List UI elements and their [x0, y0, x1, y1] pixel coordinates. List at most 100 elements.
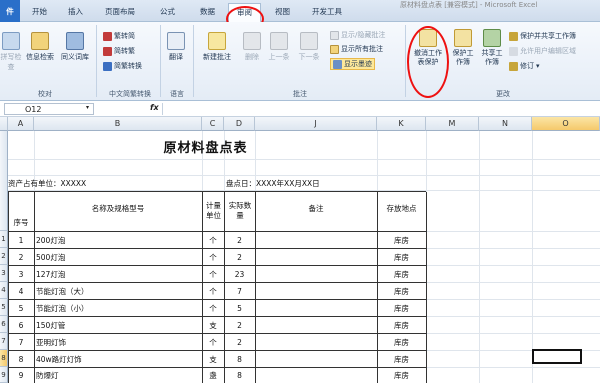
cell-no[interactable]: 3	[8, 266, 34, 282]
cell-qty[interactable]: 7	[224, 283, 255, 299]
cell-qty[interactable]: 8	[224, 351, 255, 367]
track-changes-button[interactable]: 修订 ▾	[509, 61, 540, 71]
cell-name[interactable]: 防爆灯	[36, 368, 200, 382]
tab-page-layout[interactable]: 页面布局	[105, 6, 135, 17]
tab-developer[interactable]: 开发工具	[312, 6, 342, 17]
row-header[interactable]: 2	[0, 248, 8, 265]
group-divider	[405, 25, 406, 97]
cell-qty[interactable]: 8	[224, 368, 255, 382]
column-header-m[interactable]: M	[426, 117, 479, 131]
cell-name[interactable]: 127灯泡	[36, 266, 200, 282]
row-header[interactable]: 6	[0, 316, 8, 333]
protect-workbook-button[interactable]: 保护工作簿	[450, 29, 476, 67]
show-hide-comment-button[interactable]: 显示/隐藏批注	[330, 30, 385, 40]
column-header-o[interactable]: O	[532, 117, 600, 131]
cell-unit[interactable]: 支	[202, 351, 224, 367]
cell-location[interactable]: 库房	[377, 334, 426, 350]
tab-file[interactable]: 件	[0, 0, 20, 22]
cell-name[interactable]: 200灯泡	[36, 232, 200, 248]
cell-unit[interactable]: 个	[202, 300, 224, 316]
cell-name[interactable]: 500灯泡	[36, 249, 200, 265]
cell-qty[interactable]: 2	[224, 317, 255, 333]
cell-no[interactable]: 1	[8, 232, 34, 248]
cell-no[interactable]: 9	[8, 368, 34, 382]
column-header-k[interactable]: K	[377, 117, 426, 131]
thesaurus-button[interactable]: 同义词库	[58, 32, 92, 62]
chinese-convert-button[interactable]: 简繁转换	[103, 61, 142, 71]
cell-location[interactable]: 库房	[377, 283, 426, 299]
prev-comment-button[interactable]: 上一条	[266, 32, 292, 62]
cell-location[interactable]: 库房	[377, 351, 426, 367]
cell-unit[interactable]: 盏	[202, 368, 224, 382]
cell-no[interactable]: 2	[8, 249, 34, 265]
column-header-n[interactable]: N	[479, 117, 532, 131]
spell-check-button[interactable]: 拼写检查	[0, 32, 22, 72]
row-header[interactable]: 9	[0, 367, 8, 383]
cell-qty[interactable]: 5	[224, 300, 255, 316]
research-button[interactable]: 信息检索	[24, 32, 56, 62]
row-header[interactable]: 1	[0, 231, 8, 248]
cell-qty[interactable]: 2	[224, 334, 255, 350]
tab-home[interactable]: 开始	[32, 6, 47, 17]
cell-no[interactable]: 7	[8, 334, 34, 350]
column-header-c[interactable]: C	[202, 117, 224, 131]
cell-location[interactable]: 库房	[377, 232, 426, 248]
row-header[interactable]: 3	[0, 265, 8, 282]
column-header-d[interactable]: D	[224, 117, 255, 131]
fx-icon[interactable]: fx	[150, 103, 159, 112]
cell-name[interactable]: 40w路灯灯饰	[36, 351, 200, 367]
column-header-a[interactable]: A	[8, 117, 34, 131]
row-header-selected[interactable]: 8	[0, 350, 8, 367]
tab-insert[interactable]: 插入	[68, 6, 83, 17]
share-workbook-button[interactable]: 共享工作簿	[478, 29, 506, 67]
cell-unit[interactable]: 个	[202, 283, 224, 299]
cell-location[interactable]: 库房	[377, 368, 426, 382]
cell-name[interactable]: 亚明灯饰	[36, 334, 200, 350]
trad-to-simp-button[interactable]: 繁转简	[103, 31, 135, 41]
cell-unit[interactable]: 个	[202, 232, 224, 248]
cell-no[interactable]: 5	[8, 300, 34, 316]
delete-comment-button[interactable]: 删除	[240, 32, 264, 62]
protect-share-workbook-button[interactable]: 保护并共享工作簿	[509, 31, 576, 41]
tab-data[interactable]: 数据	[200, 6, 215, 17]
row-header[interactable]: 7	[0, 333, 8, 350]
select-all-corner[interactable]	[0, 117, 8, 131]
new-comment-button[interactable]: 新建批注	[198, 32, 236, 62]
column-header-j[interactable]: J	[255, 117, 377, 131]
cell-unit[interactable]: 个	[202, 249, 224, 265]
cell-no[interactable]: 8	[8, 351, 34, 367]
cell-qty[interactable]: 2	[224, 232, 255, 248]
cell-name[interactable]: 150灯管	[36, 317, 200, 333]
ink-icon	[333, 59, 342, 69]
cell-qty[interactable]: 23	[224, 266, 255, 282]
tab-formulas[interactable]: 公式	[160, 6, 175, 17]
allow-edit-ranges-button[interactable]: 允许用户编辑区域	[509, 46, 576, 56]
cell-location[interactable]: 库房	[377, 266, 426, 282]
cell-unit[interactable]: 支	[202, 317, 224, 333]
cell-location[interactable]: 库房	[377, 249, 426, 265]
row-header[interactable]: 4	[0, 282, 8, 299]
cell-location[interactable]: 库房	[377, 300, 426, 316]
column-header-b[interactable]: B	[34, 117, 202, 131]
next-comment-button[interactable]: 下一条	[296, 32, 322, 62]
tab-view[interactable]: 视图	[275, 6, 290, 17]
cell-qty[interactable]: 2	[224, 249, 255, 265]
active-cell-selection[interactable]	[532, 349, 582, 364]
row-header[interactable]: 5	[0, 299, 8, 316]
cell-name[interactable]: 节能灯泡（大）	[36, 283, 200, 299]
cell-unit[interactable]: 个	[202, 266, 224, 282]
cell-location[interactable]: 库房	[377, 317, 426, 333]
translate-button[interactable]: 翻译	[165, 32, 187, 62]
name-box[interactable]: O12	[4, 103, 94, 115]
cell-no[interactable]: 6	[8, 317, 34, 333]
cell-name[interactable]: 节能灯泡（小）	[36, 300, 200, 316]
cell-no[interactable]: 4	[8, 283, 34, 299]
show-ink-button[interactable]: 显示墨迹	[330, 58, 375, 70]
row-header-top[interactable]	[0, 131, 8, 231]
chevron-down-icon[interactable]: ▾	[86, 104, 89, 111]
cell-unit[interactable]: 个	[202, 334, 224, 350]
show-all-comments-button[interactable]: 显示所有批注	[330, 44, 383, 54]
simp-to-trad-button[interactable]: 简转繁	[103, 46, 135, 56]
convert-icon	[103, 46, 112, 56]
formula-input[interactable]	[162, 103, 596, 115]
